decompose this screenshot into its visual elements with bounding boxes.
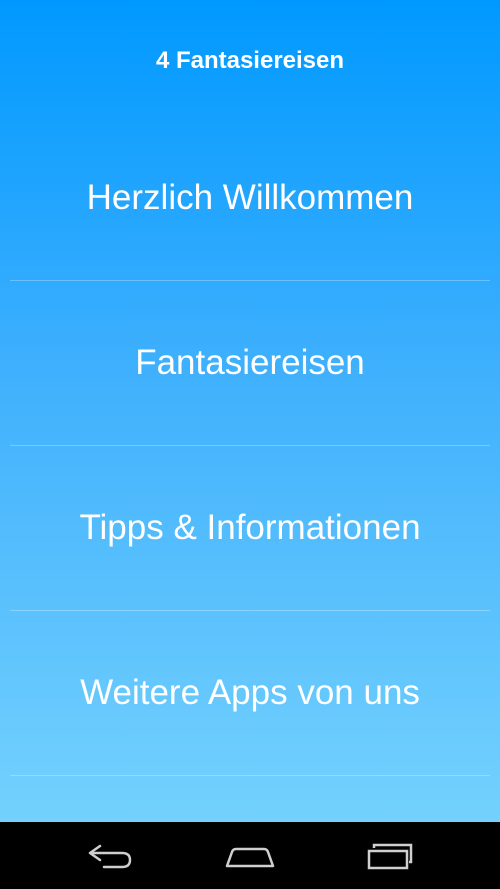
back-button[interactable] (70, 834, 150, 878)
main-menu: Herzlich Willkommen Fantasiereisen Tipps… (10, 116, 490, 776)
back-icon (88, 844, 132, 869)
menu-item-welcome[interactable]: Herzlich Willkommen (10, 116, 490, 281)
navigation-bar (0, 822, 500, 889)
main-screen: 4 Fantasiereisen Herzlich Willkommen Fan… (0, 0, 500, 822)
menu-item-more-apps[interactable]: Weitere Apps von uns (10, 611, 490, 776)
menu-item-fantasy-journeys[interactable]: Fantasiereisen (10, 281, 490, 446)
menu-item-tips-information[interactable]: Tipps & Informationen (10, 446, 490, 611)
home-button[interactable] (210, 834, 290, 878)
recent-apps-icon (367, 843, 413, 870)
app-title: 4 Fantasiereisen (155, 47, 345, 74)
recent-apps-button[interactable] (350, 834, 430, 878)
home-icon (225, 847, 275, 868)
